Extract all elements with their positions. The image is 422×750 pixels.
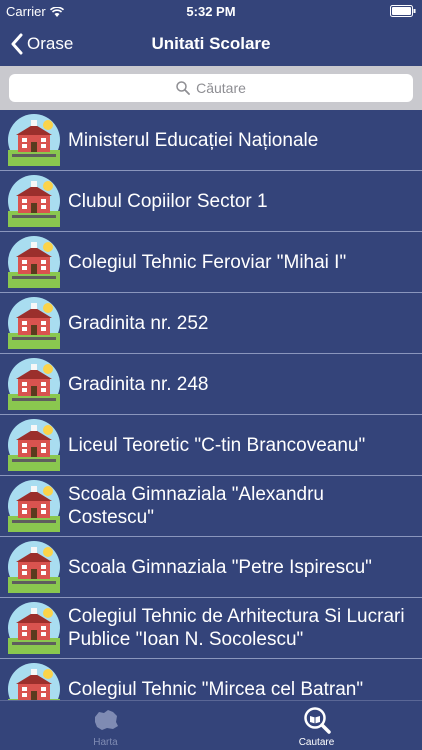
list-item[interactable]: Scoala Gimnaziala "Alexandru Costescu" bbox=[0, 476, 422, 537]
list-item[interactable]: Clubul Copiilor Sector 1 bbox=[0, 171, 422, 232]
clock: 5:32 PM bbox=[186, 4, 236, 19]
list-item[interactable]: Scoala Gimnaziala "Petre Ispirescu" bbox=[0, 537, 422, 598]
list-item-label: Ministerul Educației Naționale bbox=[68, 129, 319, 151]
search-placeholder: Căutare bbox=[196, 80, 246, 96]
tab-harta[interactable]: Harta bbox=[0, 701, 211, 750]
search-input[interactable]: Căutare bbox=[9, 74, 413, 102]
page-title: Unitati Scolare bbox=[151, 34, 271, 53]
school-building-icon bbox=[8, 175, 60, 227]
school-building-icon bbox=[8, 663, 60, 700]
list-item-label: Gradinita nr. 248 bbox=[68, 373, 209, 395]
search-icon bbox=[176, 81, 190, 95]
school-building-icon bbox=[8, 541, 60, 593]
school-list[interactable]: Ministerul Educației Naționale Clubul Co… bbox=[0, 110, 422, 700]
navigation-bar: Orase Unitati Scolare bbox=[0, 22, 422, 66]
list-item-label: Scoala Gimnaziala "Petre Ispirescu" bbox=[68, 556, 372, 578]
school-building-icon bbox=[8, 480, 60, 532]
list-item-label: Colegiul Tehnic "Mircea cel Batran" bbox=[68, 678, 364, 700]
tab-bar: Harta Cautare bbox=[0, 700, 422, 750]
tab-cautare[interactable]: Cautare bbox=[211, 701, 422, 750]
list-item-label: Colegiul Tehnic de Arhitectura Si Lucrar… bbox=[68, 606, 405, 650]
list-item-label: Gradinita nr. 252 bbox=[68, 312, 209, 334]
tab-harta-label: Harta bbox=[93, 736, 118, 748]
list-item-label: Clubul Copiilor Sector 1 bbox=[68, 190, 268, 212]
list-item[interactable]: Colegiul Tehnic "Mircea cel Batran" bbox=[0, 659, 422, 700]
school-building-icon bbox=[8, 419, 60, 471]
list-item[interactable]: Gradinita nr. 248 bbox=[0, 354, 422, 415]
list-item-label: Scoala Gimnaziala "Alexandru Costescu" bbox=[68, 484, 324, 528]
list-item[interactable]: Colegiul Tehnic de Arhitectura Si Lucrar… bbox=[0, 598, 422, 659]
status-bar: Carrier 5:32 PM bbox=[0, 0, 422, 22]
search-bar: Căutare bbox=[0, 66, 422, 110]
school-building-icon bbox=[8, 236, 60, 288]
school-building-icon bbox=[8, 297, 60, 349]
list-item[interactable]: Colegiul Tehnic Feroviar "Mihai I" bbox=[0, 232, 422, 293]
school-building-icon bbox=[8, 602, 60, 654]
romania-map-icon bbox=[94, 709, 118, 730]
list-item[interactable]: Ministerul Educației Naționale bbox=[0, 110, 422, 171]
list-item-label: Liceul Teoretic "C-tin Brancoveanu" bbox=[68, 434, 366, 456]
battery-icon bbox=[390, 5, 416, 17]
list-item[interactable]: Liceul Teoretic "C-tin Brancoveanu" bbox=[0, 415, 422, 476]
school-building-icon bbox=[8, 358, 60, 410]
search-book-icon bbox=[303, 706, 331, 734]
tab-cautare-label: Cautare bbox=[298, 736, 335, 748]
school-building-icon bbox=[8, 114, 60, 166]
list-item-label: Colegiul Tehnic Feroviar "Mihai I" bbox=[68, 251, 347, 273]
list-item[interactable]: Gradinita nr. 252 bbox=[0, 293, 422, 354]
